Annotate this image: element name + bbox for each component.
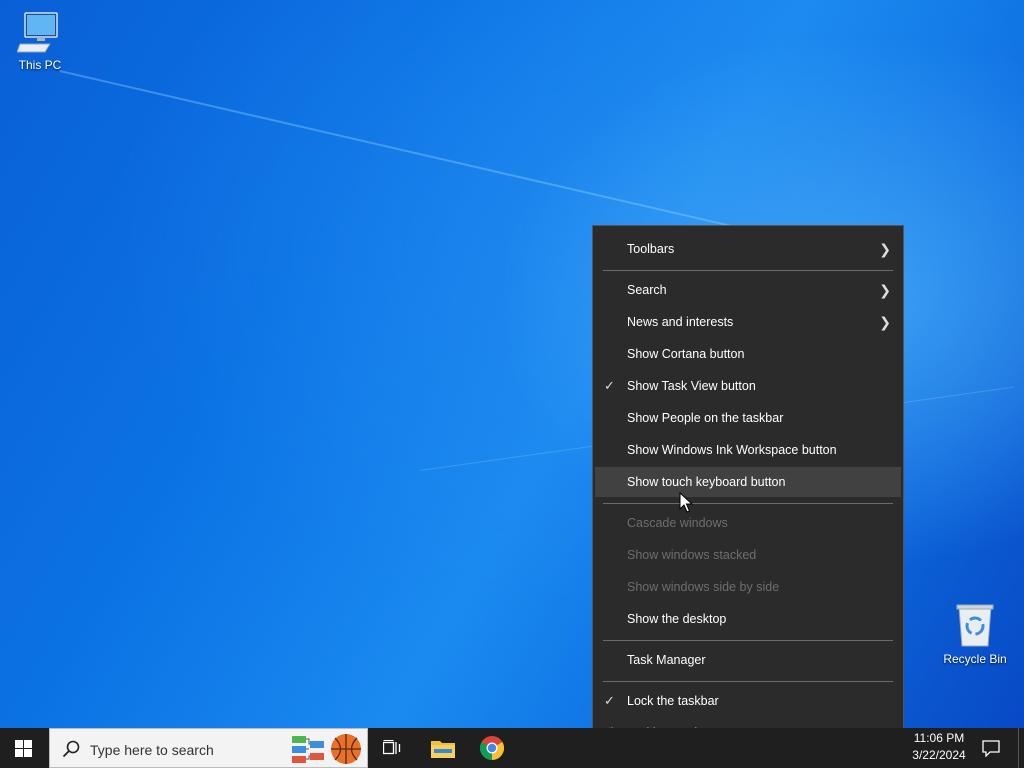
- menu-item-toolbars[interactable]: Toolbars ❯: [595, 234, 901, 264]
- action-center-button[interactable]: [976, 728, 1006, 768]
- wallpaper-light-beam: [59, 70, 743, 230]
- taskbar-context-menu: Toolbars ❯ Search ❯ News and interests ❯…: [592, 225, 904, 757]
- menu-separator: [603, 640, 893, 641]
- menu-item-windows-side-by-side: Show windows side by side: [627, 580, 780, 594]
- taskbar-search-box[interactable]: [49, 728, 368, 768]
- clock-date: 3/22/2024: [912, 748, 966, 762]
- chevron-right-icon: ❯: [879, 314, 891, 330]
- menu-separator: [603, 681, 893, 682]
- folder-icon: [431, 741, 455, 758]
- show-desktop-button[interactable]: [1018, 728, 1024, 768]
- desktop-icon-this-pc[interactable]: This PC: [0, 10, 80, 72]
- chrome-button[interactable]: [468, 728, 516, 768]
- file-explorer-button[interactable]: [418, 728, 466, 768]
- desktop-icon-recycle-bin[interactable]: Recycle Bin: [935, 602, 1015, 666]
- chevron-right-icon: ❯: [879, 282, 891, 298]
- search-highlight-illustration-icon: [292, 734, 361, 764]
- mouse-cursor: [679, 492, 693, 513]
- chrome-icon: [480, 736, 504, 760]
- menu-item-show-cortana-button[interactable]: Show Cortana button: [595, 339, 901, 369]
- menu-item-show-touch-keyboard[interactable]: Show touch keyboard button: [595, 467, 901, 497]
- menu-item-show-people[interactable]: Show People on the taskbar: [595, 403, 901, 433]
- checkmark-icon: ✓: [604, 693, 615, 708]
- system-clock[interactable]: 11:06 PM 3/22/2024: [906, 730, 972, 764]
- desktop-icon-label: Recycle Bin: [943, 652, 1007, 666]
- notification-icon: [982, 740, 1000, 757]
- menu-separator: [603, 503, 893, 504]
- windows-logo-icon: [15, 740, 32, 757]
- menu-item-lock-taskbar[interactable]: ✓ Lock the taskbar: [595, 686, 901, 716]
- chevron-right-icon: ❯: [879, 241, 891, 257]
- menu-item-show-task-view-button[interactable]: ✓ Show Task View button: [595, 371, 901, 401]
- search-icon: [62, 740, 80, 758]
- menu-item-cascade-windows: Cascade windows: [627, 516, 728, 530]
- menu-item-show-desktop[interactable]: Show the desktop: [595, 604, 901, 634]
- clock-time: 11:06 PM: [913, 731, 965, 745]
- checkmark-icon: ✓: [604, 378, 615, 393]
- computer-icon: [17, 12, 58, 53]
- taskbar: 11:06 PM 3/22/2024: [0, 728, 1024, 768]
- start-button[interactable]: [0, 728, 48, 768]
- task-view-icon: [383, 740, 401, 755]
- task-view-button[interactable]: [368, 728, 416, 768]
- menu-item-windows-stacked: Show windows stacked: [627, 548, 757, 562]
- menu-item-show-ink-workspace[interactable]: Show Windows Ink Workspace button: [595, 435, 901, 465]
- desktop-icon-label: This PC: [18, 58, 62, 72]
- search-input[interactable]: [88, 738, 287, 762]
- menu-item-task-manager[interactable]: Task Manager: [595, 645, 901, 675]
- menu-separator: [603, 270, 893, 271]
- recycle-bin-icon: [956, 604, 994, 647]
- menu-item-news-and-interests[interactable]: News and interests ❯: [595, 307, 901, 337]
- menu-item-search[interactable]: Search ❯: [595, 275, 901, 305]
